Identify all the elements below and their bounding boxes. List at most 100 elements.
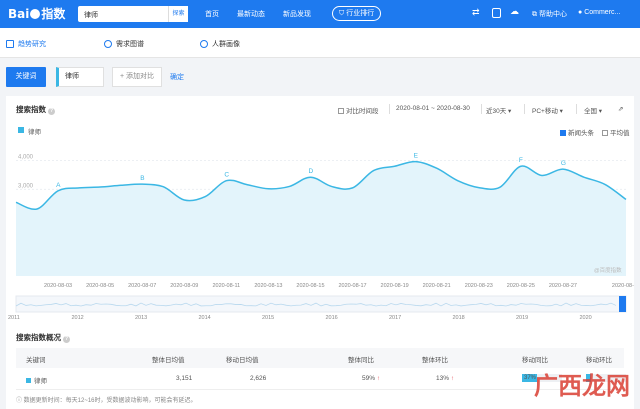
row-overall-mom: 13% ↑ <box>436 375 454 382</box>
sub-nav-bar: 趋势研究 需求图谱 人群画像 <box>0 28 640 58</box>
days-select[interactable]: 近30天 ▾ <box>486 105 511 115</box>
peak-label: F <box>519 157 523 164</box>
help-icon: ⧉ <box>532 11 539 18</box>
site-watermark: 广西龙网 <box>534 372 630 400</box>
year-tick-label: 2011 <box>8 315 20 321</box>
search-button[interactable]: 探索 <box>168 6 188 22</box>
overview-table: 关键词 整体日均值 移动日均值 整体同比 整体环比 移动同比 移动环比 律师 3… <box>16 348 626 390</box>
help-center-link[interactable]: ⧉ 帮助中心 <box>532 9 567 19</box>
x-tick-label: 2020-08-21 <box>423 283 451 289</box>
data-update-note: ⓘ 数据更新时间：每天12~16时，受数据波动影响，可能会有延迟。 <box>16 398 197 404</box>
confirm-button[interactable]: 确定 <box>170 72 184 82</box>
row-overall-yoy: 59% ↑ <box>362 375 380 382</box>
x-tick-label: 2020-08-11 <box>212 283 240 289</box>
mobile-icon[interactable] <box>492 8 501 18</box>
header-mobile-mom: 移动环比 <box>586 357 612 364</box>
year-tick-label: 2017 <box>389 315 401 321</box>
peak-label: G <box>561 160 566 167</box>
panel-title: 搜索指数? <box>16 105 55 115</box>
nav-latest[interactable]: 最新动态 <box>237 9 265 19</box>
header-overall-mom: 整体环比 <box>422 357 448 364</box>
person-icon <box>200 40 208 48</box>
tab-trend-research[interactable]: 趋势研究 <box>6 39 46 49</box>
peak-label: B <box>140 175 144 182</box>
info-icon: ⓘ <box>16 398 24 404</box>
overview-title: 搜索指数概况? <box>16 333 70 343</box>
x-tick-label: 2020-08-13 <box>254 283 282 289</box>
peak-label: A <box>56 182 61 189</box>
industry-rank-button[interactable]: ⛉ 行业排行 <box>332 6 382 21</box>
y-tick-label: 4,000 <box>18 154 34 160</box>
search-index-panel: 搜索指数? 对比时间段 2020-08-01 ~ 2020-08-30 近30天… <box>6 96 634 409</box>
x-tick-label: 2020-08-30 <box>612 283 634 289</box>
keyword-input[interactable]: 律师 <box>56 67 104 87</box>
wechat-icon[interactable]: ☁ <box>510 6 519 17</box>
search-input[interactable]: 律师 <box>84 10 98 20</box>
radar-icon <box>104 40 112 48</box>
year-tick-label: 2013 <box>135 315 147 321</box>
help-icon[interactable]: ? <box>63 336 70 343</box>
divider <box>389 104 390 114</box>
overview-year-ticks: 2011 2012 2013 2014 2015 2016 2017 2018 2019 2020 <box>8 315 592 321</box>
y-tick-label: 3,000 <box>18 183 34 189</box>
baidu-index-logo[interactable]: Bai 指数 <box>8 5 65 22</box>
year-tick-label: 2014 <box>199 315 211 321</box>
year-tick-label: 2012 <box>72 315 84 321</box>
nav-home[interactable]: 首页 <box>205 9 219 19</box>
trend-icon <box>6 40 14 48</box>
x-tick-label: 2020-08-17 <box>338 283 366 289</box>
series-swatch <box>26 378 31 383</box>
overview-slider-handle <box>619 296 626 312</box>
x-tick-label: 2020-08-09 <box>170 283 198 289</box>
year-tick-label: 2019 <box>516 315 528 321</box>
tab-crowd-portrait[interactable]: 人群画像 <box>200 39 240 49</box>
account-menu[interactable]: ● Commerc... <box>578 9 620 16</box>
x-tick-label: 2020-08-19 <box>381 283 409 289</box>
chart-watermark: @百度指数 <box>594 266 622 274</box>
bidirectional-arrow-icon[interactable]: ⇄ <box>472 7 480 18</box>
arrow-up-icon: ↑ <box>450 376 454 382</box>
legend-label: 律师 <box>28 129 41 136</box>
divider <box>481 104 482 114</box>
year-tick-label: 2015 <box>262 315 274 321</box>
header-mobile-yoy: 移动同比 <box>522 357 548 364</box>
search-index-chart: 1,0002,0003,0004,000 ABCDEFG 2020-08-032… <box>8 153 634 321</box>
year-tick-label: 2018 <box>453 315 465 321</box>
x-tick-label: 2020-08-23 <box>465 283 493 289</box>
peak-label: E <box>414 153 419 160</box>
x-tick-label: 2020-08-05 <box>86 283 114 289</box>
x-tick-label: 2020-08-25 <box>507 283 535 289</box>
arrow-up-icon: ↑ <box>376 376 380 382</box>
tab-demand-map[interactable]: 需求图谱 <box>104 39 144 49</box>
divider <box>576 104 577 114</box>
peak-label: C <box>224 172 229 179</box>
row-mobile-avg: 2,626 <box>250 375 267 382</box>
header-keyword: 关键词 <box>26 357 46 364</box>
series-area <box>16 161 626 276</box>
row-keyword: 律师 <box>26 375 47 385</box>
x-tick-label: 2020-08-27 <box>549 283 577 289</box>
search-box: 律师 探索 <box>78 6 188 22</box>
compare-period-toggle[interactable]: 对比时间段 <box>338 105 379 115</box>
header-overall-yoy: 整体同比 <box>348 357 374 364</box>
x-tick-label: 2020-08-07 <box>128 283 156 289</box>
export-icon[interactable]: ⇗ <box>618 105 623 113</box>
x-tick-label: 2020-08-03 <box>44 283 72 289</box>
legend-swatch <box>18 127 24 133</box>
peak-label: D <box>308 168 313 175</box>
header-overall-avg: 整体日均值 <box>152 357 185 364</box>
device-select[interactable]: PC+移动 ▾ <box>532 105 563 115</box>
nav-new-products[interactable]: 新品发现 <box>283 9 311 19</box>
year-tick-label: 2020 <box>580 315 592 321</box>
checkbox-icon <box>338 108 344 114</box>
help-icon[interactable]: ? <box>48 108 55 115</box>
divider <box>524 104 525 114</box>
add-compare-button[interactable]: + 添加对比 <box>112 67 162 87</box>
keyword-label: 关键词 <box>6 67 46 87</box>
paw-icon <box>30 9 41 19</box>
date-range-picker[interactable]: 2020-08-01 ~ 2020-08-30 <box>396 105 470 112</box>
region-select[interactable]: 全国 ▾ <box>584 105 602 115</box>
row-overall-avg: 3,151 <box>176 375 193 382</box>
keyword-bar: 关键词 律师 + 添加对比 确定 <box>0 58 640 96</box>
table-header: 关键词 整体日均值 移动日均值 整体同比 整体环比 移动同比 移动环比 <box>16 348 624 368</box>
